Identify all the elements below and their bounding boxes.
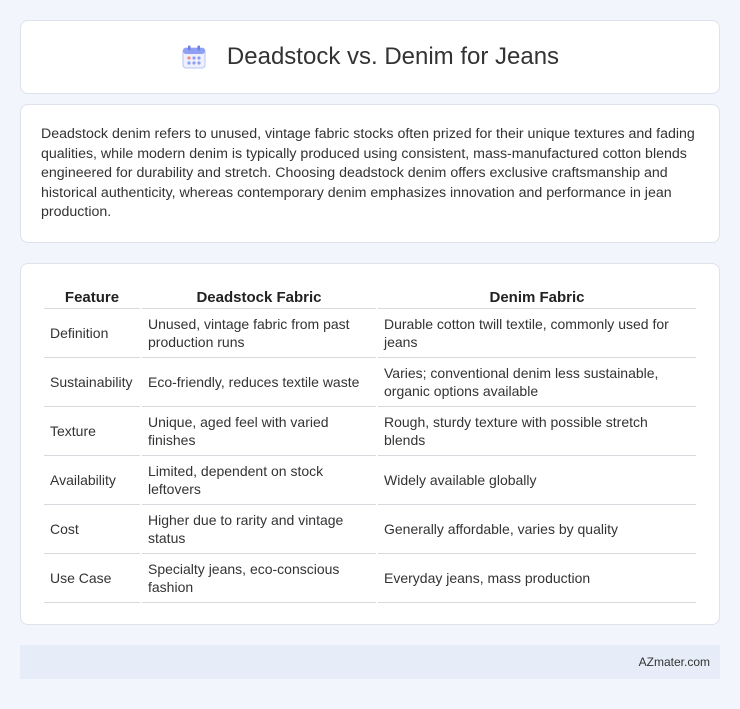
table-row: Sustainability Eco-friendly, reduces tex… [44, 358, 696, 407]
deadstock-cell: Eco-friendly, reduces textile waste [142, 358, 376, 407]
deadstock-cell: Limited, dependent on stock leftovers [142, 456, 376, 505]
denim-cell: Rough, sturdy texture with possible stre… [378, 407, 696, 456]
header-feature: Feature [44, 284, 140, 309]
feature-cell: Sustainability [44, 358, 140, 407]
denim-cell: Durable cotton twill textile, commonly u… [378, 309, 696, 358]
feature-cell: Cost [44, 505, 140, 554]
intro-paragraph: Deadstock denim refers to unused, vintag… [41, 126, 695, 221]
denim-cell: Everyday jeans, mass production [378, 554, 696, 603]
denim-cell: Varies; conventional denim less sustaina… [378, 358, 696, 407]
page-title: Deadstock vs. Denim for Jeans [226, 43, 560, 70]
footer-brand: AZmater.com [638, 655, 710, 669]
table-row: Definition Unused, vintage fabric from p… [44, 309, 696, 358]
table-row: Availability Limited, dependent on stock… [44, 456, 696, 505]
comparison-table: Feature Deadstock Fabric Denim Fabric De… [42, 284, 698, 603]
header-deadstock: Deadstock Fabric [142, 284, 376, 309]
table-row: Cost Higher due to rarity and vintage st… [44, 505, 696, 554]
feature-cell: Texture [44, 407, 140, 456]
feature-cell: Use Case [44, 554, 140, 603]
footer-bar: AZmater.com [20, 645, 720, 679]
denim-cell: Widely available globally [378, 456, 696, 505]
deadstock-cell: Unused, vintage fabric from past product… [142, 309, 376, 358]
intro-card: Deadstock denim refers to unused, vintag… [20, 104, 720, 243]
denim-cell: Generally affordable, varies by quality [378, 505, 696, 554]
table-row: Use Case Specialty jeans, eco-conscious … [44, 554, 696, 603]
calendar-icon [181, 44, 207, 70]
header-denim: Denim Fabric [378, 284, 696, 309]
deadstock-cell: Unique, aged feel with varied finishes [142, 407, 376, 456]
title-card: Deadstock vs. Denim for Jeans [20, 20, 720, 94]
feature-cell: Availability [44, 456, 140, 505]
deadstock-cell: Higher due to rarity and vintage status [142, 505, 376, 554]
comparison-card: Feature Deadstock Fabric Denim Fabric De… [20, 263, 720, 625]
table-header-row: Feature Deadstock Fabric Denim Fabric [44, 284, 696, 309]
feature-cell: Definition [44, 309, 140, 358]
deadstock-cell: Specialty jeans, eco-conscious fashion [142, 554, 376, 603]
table-row: Texture Unique, aged feel with varied fi… [44, 407, 696, 456]
